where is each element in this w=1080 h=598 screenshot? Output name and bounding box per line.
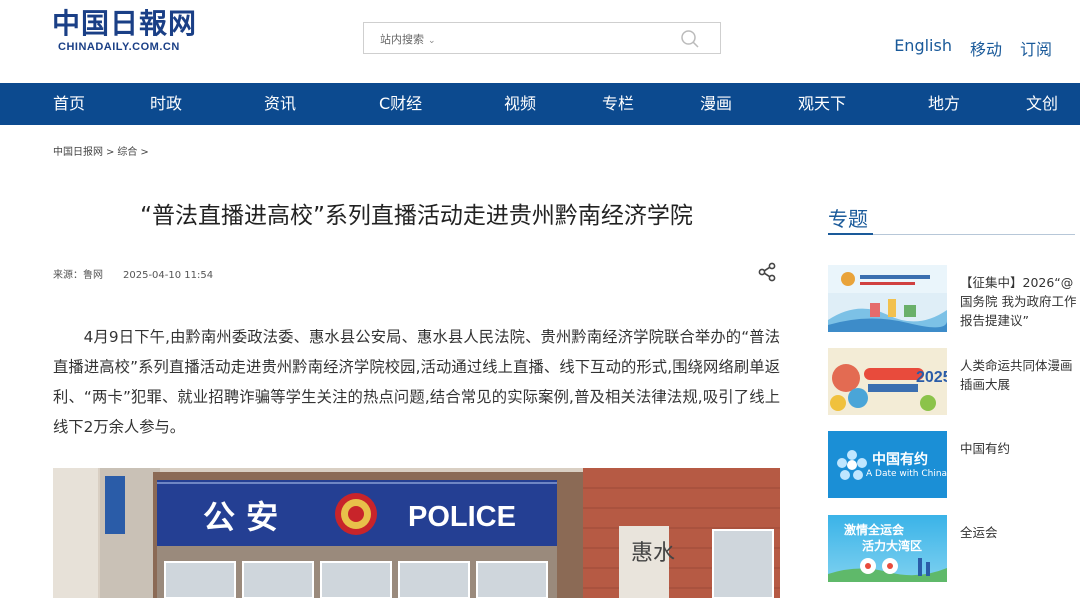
article-source: 来源：鲁网 (53, 270, 103, 281)
search-button[interactable] (680, 29, 700, 49)
thumb-title: 中国有约 (872, 452, 928, 468)
sidebar-divider (828, 233, 1075, 235)
nav-item-finance[interactable]: C财经 (379, 83, 422, 125)
search-scope-select[interactable]: 站内搜索 ⌄ (380, 31, 436, 47)
share-icon (758, 262, 776, 282)
article-meta: 来源：鲁网 2025-04-10 11:54 (53, 266, 213, 281)
nav-item-video[interactable]: 视频 (504, 83, 536, 125)
sign-text-cn: 公 安 (203, 498, 278, 536)
topic-item[interactable]: 【征集中】2026“@国务院 我为政府工作报告提建议” (828, 265, 1078, 332)
share-button[interactable] (757, 262, 777, 282)
nav-item-politics[interactable]: 时政 (150, 83, 182, 125)
top-links: English 移动 订阅 (876, 36, 1052, 60)
topic-link[interactable]: 全运会 (960, 523, 1078, 542)
nav-item-comics[interactable]: 漫画 (700, 83, 732, 125)
nav-item-regional[interactable]: 地方 (928, 83, 960, 125)
article-title: “普法直播进高校”系列直播活动走进贵州黔南经济学院 (140, 203, 693, 229)
topic-thumbnail[interactable]: 激情全运会 活力大湾区 (828, 515, 947, 582)
breadcrumb-separator: > (140, 147, 149, 158)
topic-thumbnail[interactable]: 2025 (828, 348, 947, 415)
article-paragraph: 4月9日下午,由黔南州委政法委、惠水县公安局、惠水县人民法院、贵州黔南经济学院联… (53, 328, 780, 436)
breadcrumb-home[interactable]: 中国日报网 (53, 147, 103, 158)
article-photo: 公 安 POLICE 惠水 (53, 468, 780, 598)
breadcrumb: 中国日报网 > 综合 > (53, 143, 152, 158)
topic-link[interactable]: 中国有约 (960, 439, 1078, 458)
nav-item-world[interactable]: 观天下 (798, 83, 846, 125)
thumb-title: 激情全运会 (844, 523, 905, 537)
breadcrumb-separator: > (106, 147, 115, 158)
chevron-down-icon: ⌄ (428, 36, 436, 46)
nav-item-home[interactable]: 首页 (53, 83, 85, 125)
flower-icon (837, 450, 867, 480)
site-header: 中国日報网 CHINADAILY.COM.CN 站内搜索 ⌄ English 移动… (0, 0, 1080, 83)
mascot-illustration (828, 558, 947, 582)
article-date: 2025-04-10 11:54 (123, 270, 214, 281)
thumb-year: 2025 (916, 369, 947, 386)
logo-english: CHINADAILY.COM.CN (58, 41, 180, 53)
police-station-photo: 公 安 POLICE 惠水 (53, 468, 780, 598)
search-scope-label: 站内搜索 (380, 33, 424, 46)
search-box: 站内搜索 ⌄ (363, 22, 721, 54)
nav-item-columns[interactable]: 专栏 (602, 83, 634, 125)
plaque-text: 惠水 (631, 541, 675, 566)
sign-text-en: POLICE (408, 501, 516, 533)
topic-item[interactable]: 2025 人类命运共同体漫画插画大展 (828, 348, 1075, 415)
nav-item-culture[interactable]: 文创 (1026, 83, 1058, 125)
site-logo[interactable]: 中国日報网 CHINADAILY.COM.CN (52, 8, 197, 58)
topic-link[interactable]: 【征集中】2026“@国务院 我为政府工作报告提建议” (960, 273, 1078, 330)
topic-item[interactable]: 激情全运会 活力大湾区 全运会 (828, 515, 1075, 582)
english-link[interactable]: English (894, 36, 952, 60)
topic-thumbnail[interactable]: 中国有约 A Date with China (828, 431, 947, 498)
topic-thumbnail[interactable] (828, 265, 947, 332)
search-input[interactable] (454, 27, 674, 49)
topic-link[interactable]: 人类命运共同体漫画插画大展 (960, 356, 1078, 394)
topic-item[interactable]: 中国有约 A Date with China 中国有约 (828, 431, 1075, 498)
main-nav: 首页 时政 资讯 C财经 视频 专栏 漫画 观天下 地方 文创 (0, 83, 1080, 125)
sidebar-title: 专题 (828, 207, 868, 231)
logo-chinese: 中国日報网 (52, 7, 198, 40)
nav-item-news[interactable]: 资讯 (264, 83, 296, 125)
breadcrumb-section[interactable]: 综合 (117, 147, 137, 158)
thumb-subtitle: A Date with China (866, 469, 947, 479)
subscribe-link[interactable]: 订阅 (1020, 36, 1052, 60)
search-icon (681, 30, 699, 48)
mobile-link[interactable]: 移动 (970, 36, 1002, 60)
